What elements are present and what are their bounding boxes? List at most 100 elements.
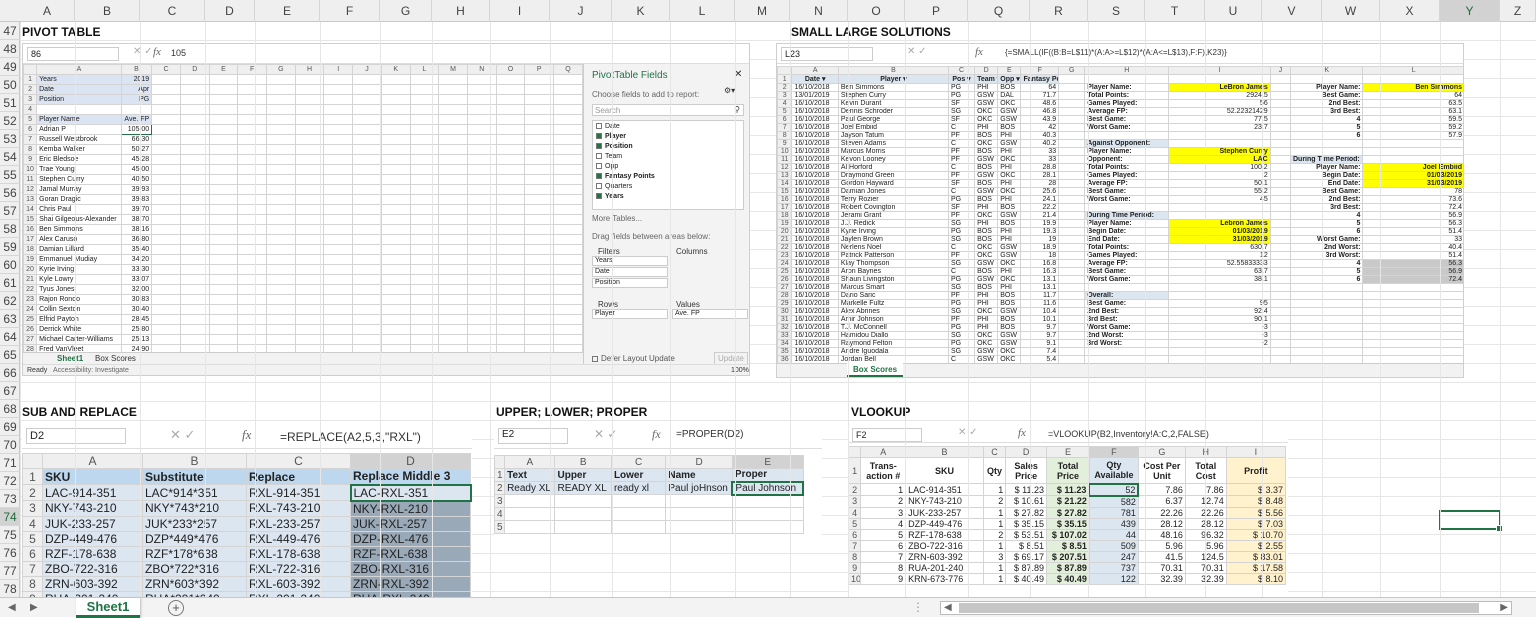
sl-name-box[interactable]: L23 bbox=[781, 47, 873, 61]
sl-empty-cell[interactable] bbox=[1058, 331, 1086, 340]
sl-data-cell[interactable]: Draymond Green bbox=[837, 171, 950, 180]
sl-data-cell[interactable]: GSW bbox=[997, 251, 1022, 260]
pivot-field-opp[interactable]: Opp bbox=[596, 163, 618, 170]
sub-formula[interactable]: =REPLACE(A2,5,3,"RXL") bbox=[280, 430, 421, 444]
sl-data-cell[interactable]: PF bbox=[947, 251, 976, 260]
pivot-empty-cell[interactable] bbox=[208, 124, 239, 135]
sl-data-cell[interactable]: 16/10/2018 bbox=[791, 235, 839, 244]
pivot-cell-b[interactable]: 45.00 bbox=[120, 164, 153, 175]
sl-value-cell[interactable]: 31/03/2019 bbox=[1168, 235, 1271, 244]
sl-value-cell[interactable]: 2 bbox=[1168, 171, 1271, 180]
pivot-empty-cell[interactable] bbox=[266, 104, 296, 115]
sl-empty-cell[interactable] bbox=[1269, 74, 1292, 84]
sl-label-cell[interactable] bbox=[1289, 291, 1364, 300]
sl-data-cell[interactable]: Andre Iguodala bbox=[837, 347, 950, 356]
sl-empty-cell[interactable] bbox=[1058, 259, 1086, 268]
vl-data-cell[interactable]: JUK-233-257 bbox=[905, 506, 984, 519]
pivot-cell-b[interactable]: 25.13 bbox=[120, 334, 153, 345]
pivot-cell-b[interactable]: 39.70 bbox=[120, 204, 153, 215]
pivot-empty-cell[interactable] bbox=[208, 254, 239, 265]
sl-data-cell[interactable]: C bbox=[947, 243, 976, 252]
vl-data-cell[interactable]: $ 11.23 bbox=[1046, 483, 1090, 496]
upl-header-cell[interactable]: Proper bbox=[731, 468, 804, 482]
row-header-49[interactable]: 49 bbox=[0, 58, 20, 76]
sl-value-cell[interactable]: 23.7 bbox=[1168, 123, 1271, 132]
pivot-empty-cell[interactable] bbox=[323, 224, 354, 235]
col-header-S[interactable]: S bbox=[1088, 0, 1145, 22]
sl-value-cell[interactable]: Joel Embiid bbox=[1362, 163, 1463, 172]
sl-label-cell[interactable]: 2nd Worst: bbox=[1084, 331, 1170, 340]
row-header-78[interactable]: 78 bbox=[0, 580, 20, 598]
pivot-empty-cell[interactable] bbox=[466, 294, 497, 305]
vl-data-cell[interactable]: 4 bbox=[860, 517, 907, 530]
pivot-empty-cell[interactable] bbox=[495, 224, 526, 235]
pivot-cell-a[interactable]: Adrian P bbox=[36, 124, 122, 135]
sl-label-cell[interactable]: Average FP: bbox=[1084, 259, 1170, 268]
sl-empty-cell[interactable] bbox=[1058, 211, 1086, 220]
vl-data-cell[interactable]: 5 bbox=[860, 528, 907, 541]
pivot-empty-cell[interactable] bbox=[553, 74, 583, 85]
sl-value-cell[interactable]: Ben Simmons bbox=[1362, 83, 1463, 92]
pivot-empty-cell[interactable] bbox=[380, 204, 411, 215]
pivot-cell-b[interactable]: 2019 bbox=[120, 74, 153, 85]
pivot-cell-a[interactable]: Shai Gilgeous-Alexander bbox=[36, 214, 122, 225]
pivot-empty-cell[interactable] bbox=[323, 154, 354, 165]
pivot-empty-cell[interactable] bbox=[380, 244, 411, 255]
pivot-empty-cell[interactable] bbox=[266, 164, 296, 175]
sub-data-cell[interactable]: RXL-722-316 bbox=[246, 560, 351, 577]
sl-data-cell[interactable]: PHI bbox=[997, 163, 1022, 172]
pivot-empty-cell[interactable] bbox=[151, 324, 181, 335]
sl-empty-cell[interactable] bbox=[1269, 331, 1292, 340]
pivot-empty-cell[interactable] bbox=[237, 234, 268, 245]
pivot-empty-cell[interactable] bbox=[553, 334, 583, 345]
sl-empty-cell[interactable] bbox=[1269, 275, 1292, 284]
sl-label-cell[interactable]: Total Points: bbox=[1084, 91, 1170, 100]
sl-label-cell[interactable]: Best Game: bbox=[1084, 115, 1170, 124]
gear-icon[interactable]: ⚙▾ bbox=[724, 86, 735, 95]
pivot-empty-cell[interactable] bbox=[438, 204, 468, 215]
sl-value-cell[interactable]: 51.4 bbox=[1362, 251, 1463, 260]
pivot-empty-cell[interactable] bbox=[266, 234, 296, 245]
pivot-cell-a[interactable] bbox=[36, 104, 122, 115]
pivot-empty-cell[interactable] bbox=[466, 134, 497, 145]
sl-value-cell[interactable] bbox=[1362, 291, 1463, 300]
sl-data-cell[interactable]: C bbox=[947, 139, 976, 148]
pivot-empty-cell[interactable] bbox=[553, 264, 583, 275]
vl-data-cell[interactable]: 1 bbox=[982, 517, 1007, 530]
sl-label-cell[interactable] bbox=[1084, 203, 1170, 212]
col-header-U[interactable]: U bbox=[1205, 0, 1262, 22]
pivot-empty-cell[interactable] bbox=[352, 334, 382, 345]
sl-data-cell[interactable]: 9.7 bbox=[1020, 323, 1060, 332]
sl-data-cell[interactable]: GSW bbox=[974, 99, 999, 108]
pivot-empty-cell[interactable] bbox=[466, 224, 497, 235]
sl-data-cell[interactable]: OKC bbox=[974, 139, 999, 148]
pivot-empty-cell[interactable] bbox=[237, 154, 268, 165]
sl-data-cell[interactable]: BOS bbox=[997, 299, 1022, 308]
pivot-empty-cell[interactable] bbox=[409, 304, 440, 315]
pivot-empty-cell[interactable] bbox=[409, 144, 440, 155]
scroll-right-icon[interactable]: ▶ bbox=[1500, 602, 1508, 613]
sl-label-cell[interactable]: Best Game: bbox=[1289, 91, 1364, 100]
sl-data-cell[interactable]: Amir Johnson bbox=[837, 315, 950, 324]
pivot-empty-cell[interactable] bbox=[237, 174, 268, 185]
pivot-cell-a[interactable]: Kyle Lowry bbox=[36, 274, 122, 285]
pivot-empty-cell[interactable] bbox=[466, 164, 497, 175]
sl-label-cell[interactable]: 3rd Best: bbox=[1289, 107, 1364, 116]
sl-data-cell[interactable]: PG bbox=[947, 83, 976, 92]
sl-empty-cell[interactable] bbox=[1058, 251, 1086, 260]
pivot-empty-cell[interactable] bbox=[409, 124, 440, 135]
pivot-empty-cell[interactable] bbox=[438, 314, 468, 325]
vl-data-cell[interactable]: $ 40.49 bbox=[1046, 572, 1090, 585]
pivot-empty-cell[interactable] bbox=[466, 144, 497, 155]
sl-data-cell[interactable]: 16/10/2018 bbox=[791, 275, 839, 284]
sl-data-cell[interactable]: SG bbox=[947, 331, 976, 340]
vl-header-cell[interactable]: Total Price bbox=[1046, 457, 1090, 484]
sl-data-cell[interactable]: PHI bbox=[974, 299, 999, 308]
sl-data-cell[interactable]: 71.7 bbox=[1020, 91, 1060, 100]
pivot-empty-cell[interactable] bbox=[553, 314, 583, 325]
vl-data-cell[interactable]: 737 bbox=[1088, 561, 1139, 574]
pivot-cell-b[interactable]: 32.00 bbox=[120, 284, 153, 295]
vl-data-cell[interactable]: 1 bbox=[982, 483, 1007, 496]
pivot-empty-cell[interactable] bbox=[237, 324, 268, 335]
horizontal-scrollbar[interactable]: ◀ ▶ bbox=[940, 601, 1512, 615]
